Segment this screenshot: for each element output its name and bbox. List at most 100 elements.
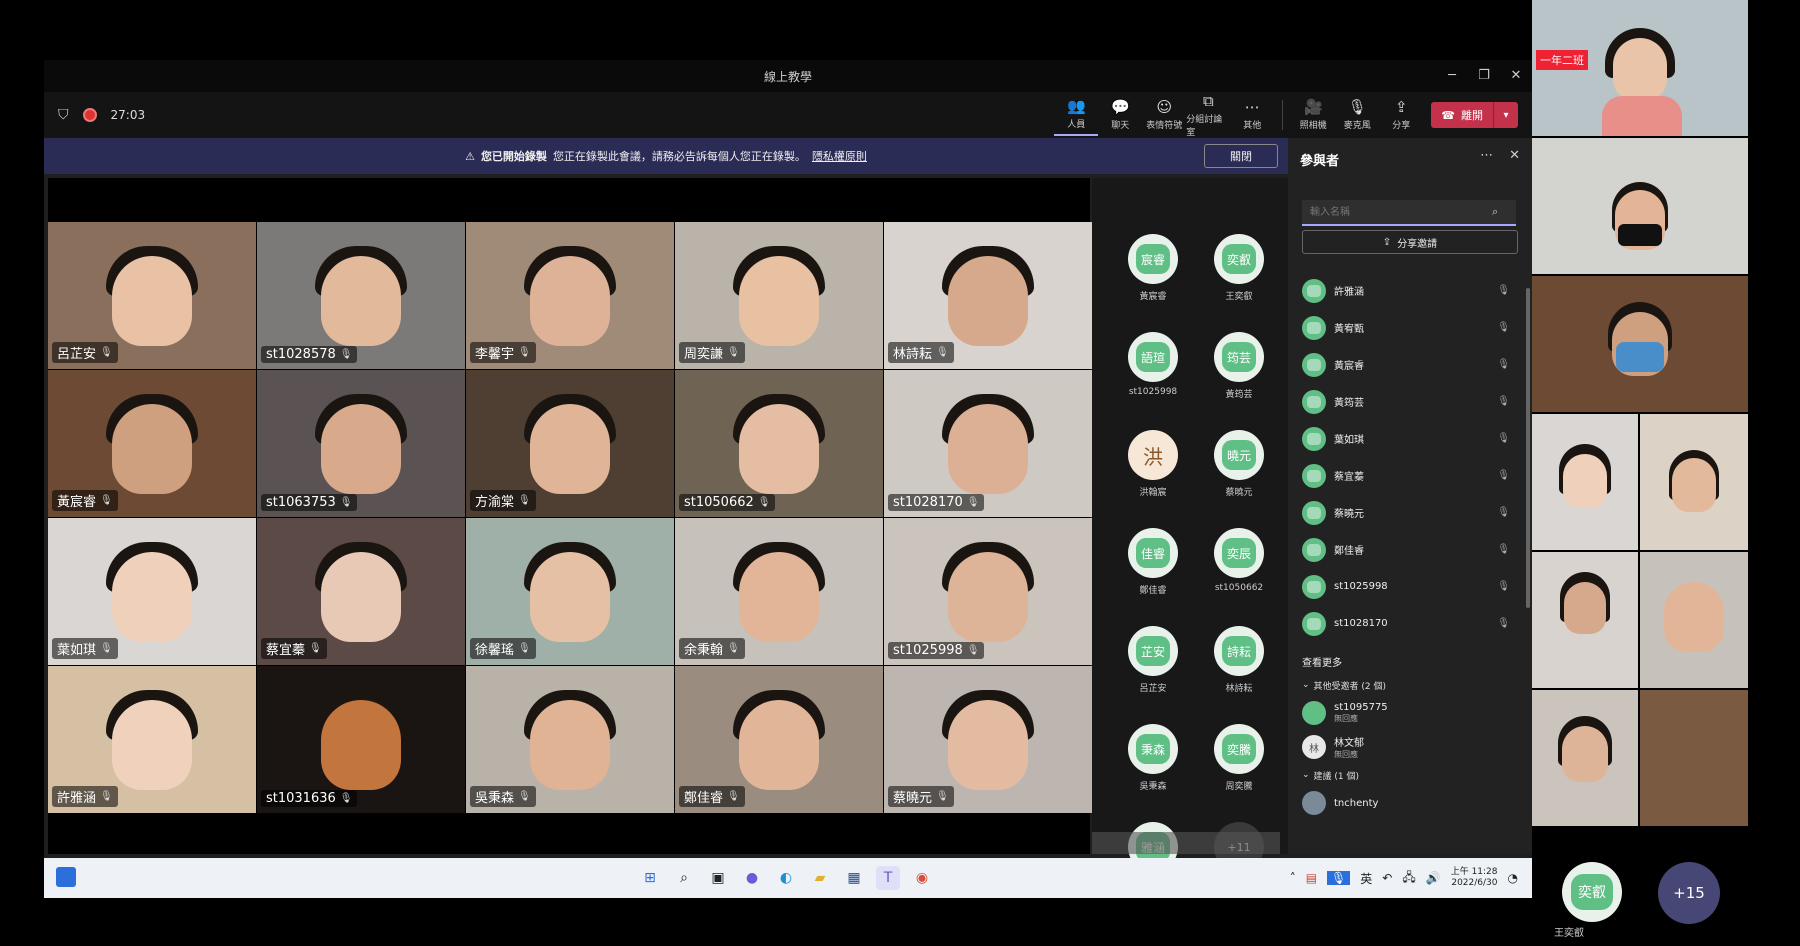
video-tile[interactable]: st1063753 🎙 [257,370,465,517]
video-tile[interactable]: 葉如琪 🎙 [48,518,256,665]
video-tile[interactable]: 許雅涵 🎙 [48,666,256,813]
store-icon[interactable]: ▦ [842,866,866,890]
participant-row[interactable]: 蔡曉元 🎙 [1302,494,1516,531]
more-options-icon[interactable]: ⋯ [1480,148,1493,163]
video-tile[interactable]: 鄭佳睿 🎙 [675,666,883,813]
avatar [1302,463,1326,488]
guest-row[interactable]: tnchenty [1302,786,1516,820]
video-grid: 呂芷安 🎙 st1028578 🎙 李馨宇 🎙 周奕謙 🎙 林詩耘 🎙 黃宸睿 🎙 st1063753 🎙… [48,222,1092,813]
meeting-window: 線上教學 ─ ❐ ✕ ⛉ 27:03 👥 人員 💬 聊天 ☺ 表情符號 ⧉ 分組… [44,60,1532,898]
network-icon[interactable]: 🖧 [1402,868,1415,889]
task-view-icon[interactable]: ▣ [706,866,730,890]
participant-face [112,700,192,790]
participant-search[interactable]: ⌕ [1302,200,1516,226]
minimize-button[interactable]: ─ [1436,60,1468,92]
muted-mic-icon: 🎙 [1497,507,1510,518]
video-tile[interactable]: 周奕謙 🎙 [675,222,883,369]
widgets-icon[interactable] [56,867,76,887]
file-explorer-icon[interactable]: ▰ [808,866,832,890]
video-tile[interactable]: st1025998 🎙 [884,518,1092,665]
video-tile[interactable]: 呂芷安 🎙 [48,222,256,369]
more-participants-button[interactable]: +15 [1658,862,1720,924]
ime-indicator[interactable]: 英 [1360,870,1372,887]
undo-icon[interactable]: ↶ [1382,871,1392,885]
app-tray-icon[interactable]: ▤ [1306,871,1317,885]
avatar-name: 林詩耘 [1225,684,1253,694]
invitee-row[interactable]: 林林文郁 無回應 [1302,730,1516,764]
video-tile[interactable]: 林詩耘 🎙 [884,222,1092,369]
search-input[interactable] [1302,205,1492,219]
video-tile[interactable]: 黃宸睿 🎙 [48,370,256,517]
participant-list: 許雅涵 🎙 黃宥甄 🎙 黃宸睿 🎙 黃筠芸 🎙 葉如琪 🎙 蔡宜蓁 🎙 蔡曉元 🎙 鄭佳睿 🎙 st102599… [1302,272,1516,820]
participant-row[interactable]: 黃宥甄 🎙 [1302,309,1516,346]
people-icon: 👥 [1066,97,1086,115]
participant-face [112,552,192,642]
participant-row[interactable]: st1025998 🎙 [1302,568,1516,605]
more-button[interactable]: ⋯ 其他 [1230,95,1274,135]
participant-row[interactable]: 蔡宜蓁 🎙 [1302,457,1516,494]
mic-tray-icon[interactable]: 🎙 [1327,871,1351,885]
microphone-button[interactable]: 🎙 麥克風 [1335,95,1379,135]
chevron-up-icon[interactable]: ˄ [1290,871,1296,885]
search-icon[interactable]: ⌕ [672,866,696,890]
see-more-link[interactable]: 查看更多 [1302,648,1516,674]
participant-name-label: 余秉翰 🎙 [679,638,745,659]
video-tile[interactable]: 吳秉森 🎙 [466,666,674,813]
video-tile[interactable]: st1050662 🎙 [675,370,883,517]
notification-icon[interactable]: ◔ [1508,871,1518,885]
close-button[interactable]: ✕ [1500,60,1532,92]
avatar-name: st1050662 [1214,583,1264,593]
camera-button[interactable]: 🎥 照相機 [1291,95,1335,135]
participant-name-label: 鄭佳睿 🎙 [679,786,745,807]
share-button[interactable]: ⇪ 分享 [1379,95,1423,135]
leave-options-button[interactable]: ▾ [1493,102,1518,128]
teams-icon[interactable]: T [876,866,900,890]
muted-mic-icon: 🎙 [100,643,113,654]
recording-icon [82,108,97,122]
video-tile[interactable]: st1028170 🎙 [884,370,1092,517]
chrome-icon[interactable]: ◉ [910,866,934,890]
participant-face [739,256,819,346]
meeting-timer: 27:03 [110,108,146,122]
others-section-header[interactable]: ⌄ 其他受邀者 (2 個) [1302,674,1516,696]
muted-mic-icon: 🎙 [727,643,740,654]
video-tile[interactable]: 余秉翰 🎙 [675,518,883,665]
start-icon[interactable]: ⊞ [638,866,662,890]
avatar-name: 吳秉森 [1139,782,1167,792]
participant-row[interactable]: 鄭佳睿 🎙 [1302,531,1516,568]
invitee-row[interactable]: st1095775 無回應 [1302,696,1516,730]
guests-section-header[interactable]: ⌄ 建議 (1 個) [1302,764,1516,786]
people-button[interactable]: 👥 人員 [1054,94,1099,136]
video-tile[interactable]: 徐馨瑤 🎙 [466,518,674,665]
video-tile[interactable]: 蔡宜蓁 🎙 [257,518,465,665]
clock[interactable]: 上午 11:28 2022/6/30 [1451,867,1498,889]
leave-button[interactable]: ☎ 離開 [1431,102,1493,128]
chat-app-icon[interactable]: ● [740,866,764,890]
video-tile[interactable]: 蔡曉元 🎙 [884,666,1092,813]
volume-icon[interactable]: 🔊 [1426,871,1441,885]
chevron-down-icon: ⌄ [1302,680,1310,690]
participant-row[interactable]: 黃筠芸 🎙 [1302,383,1516,420]
participant-row[interactable]: 黃宸睿 🎙 [1302,346,1516,383]
restore-button[interactable]: ❐ [1468,60,1500,92]
share-invite-button[interactable]: ⇪ 分享邀請 [1302,230,1518,254]
edge-icon[interactable]: ◐ [774,866,798,890]
banner-close-button[interactable]: 關閉 [1204,144,1278,168]
close-icon[interactable]: ✕ [1509,148,1520,163]
breakout-rooms-button[interactable]: ⧉ 分組討論室 [1186,93,1230,138]
participant-row[interactable]: 葉如琪 🎙 [1302,420,1516,457]
chat-button[interactable]: 💬 聊天 [1098,95,1142,135]
panel-scrollbar[interactable] [1526,288,1530,608]
video-tile[interactable]: 方渝棠 🎙 [466,370,674,517]
video-tile[interactable]: 李馨宇 🎙 [466,222,674,369]
muted-mic-icon: 🎙 [966,645,980,656]
participant-row[interactable]: 許雅涵 🎙 [1302,272,1516,309]
video-tile[interactable]: st1028578 🎙 [257,222,465,369]
reactions-button[interactable]: ☺ 表情符號 [1142,95,1186,135]
privacy-policy-link[interactable]: 隱私權原則 [812,148,867,164]
video-tile[interactable]: st1031636 🎙 [257,666,465,813]
avatar-name: st1025998 [1128,387,1178,397]
avatar-scroll-handle[interactable] [1092,832,1280,854]
participant-row[interactable]: st1028170 🎙 [1302,605,1516,642]
muted-mic-icon: 🎙 [1497,396,1510,407]
